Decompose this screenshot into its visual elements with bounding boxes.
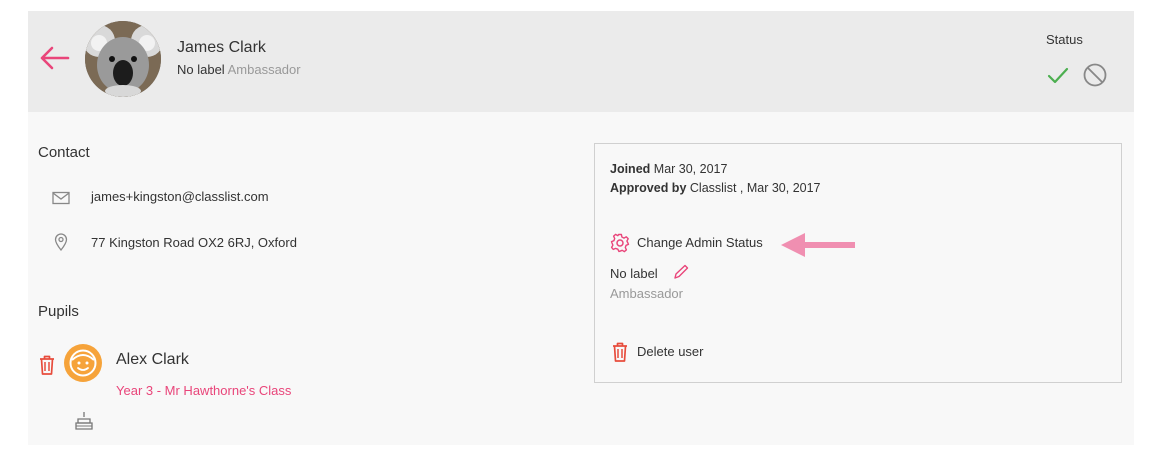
status-title: Status xyxy=(1046,32,1083,47)
card-role: Ambassador xyxy=(610,286,683,301)
joined-label: Joined xyxy=(610,162,651,176)
joined-line: Joined Mar 30, 2017 xyxy=(610,162,727,176)
joined-date: Mar 30, 2017 xyxy=(653,162,728,176)
contact-email[interactable]: james+kingston@classlist.com xyxy=(91,189,269,204)
pointer-arrow-icon xyxy=(781,233,855,257)
smiley-face-icon xyxy=(69,349,97,377)
location-pin-icon xyxy=(54,233,68,251)
back-arrow-icon[interactable] xyxy=(38,45,70,71)
user-avatar xyxy=(85,21,161,97)
user-role: Ambassador xyxy=(227,62,301,77)
card-label: No label xyxy=(610,266,658,281)
block-icon[interactable] xyxy=(1082,62,1108,88)
contact-title: Contact xyxy=(38,144,90,161)
pupils-title: Pupils xyxy=(38,303,79,320)
approved-label: Approved by xyxy=(610,181,687,195)
approved-line: Approved by Classlist , Mar 30, 2017 xyxy=(610,181,821,195)
gear-icon xyxy=(610,233,630,253)
envelope-icon xyxy=(52,191,70,205)
pupil-avatar xyxy=(64,344,102,382)
contact-address: 77 Kingston Road OX2 6RJ, Oxford xyxy=(91,235,297,250)
trash-icon xyxy=(613,342,627,362)
account-details-card: Joined Mar 30, 2017 Approved by Classlis… xyxy=(594,143,1122,383)
user-label-role: No label Ambassador xyxy=(177,62,301,77)
user-name: James Clark xyxy=(177,39,266,56)
profile-header: James Clark No label Ambassador Status xyxy=(28,11,1134,112)
birthday-cake-icon xyxy=(75,412,93,430)
change-admin-status-label: Change Admin Status xyxy=(637,235,763,250)
user-profile-panel: James Clark No label Ambassador Status C… xyxy=(28,11,1134,445)
approved-value: Classlist , Mar 30, 2017 xyxy=(689,181,821,195)
pupil-class-link[interactable]: Year 3 - Mr Hawthorne's Class xyxy=(116,383,291,398)
pupil-name[interactable]: Alex Clark xyxy=(116,351,189,369)
edit-pencil-icon[interactable] xyxy=(673,264,689,280)
delete-user-label: Delete user xyxy=(637,344,704,359)
approve-check-icon[interactable] xyxy=(1047,66,1069,86)
delete-pupil-trash-icon[interactable] xyxy=(38,354,56,376)
user-label: No label xyxy=(177,62,225,77)
